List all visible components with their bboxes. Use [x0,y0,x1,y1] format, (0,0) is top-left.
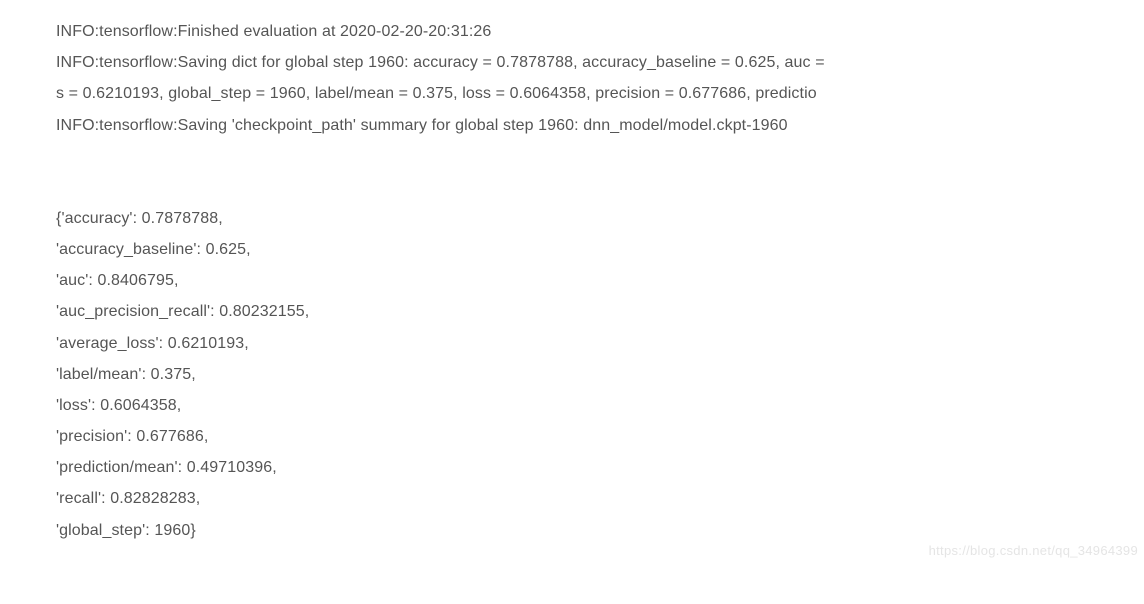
dict-line: 'auc': 0.8406795, [56,265,1144,296]
log-line: INFO:tensorflow:Finished evaluation at 2… [56,18,1144,45]
dict-output-block: {'accuracy': 0.7878788, 'accuracy_baseli… [56,203,1144,546]
dict-line: 'prediction/mean': 0.49710396, [56,452,1144,483]
dict-line: 'loss': 0.6064358, [56,390,1144,421]
watermark-text: https://blog.csdn.net/qq_34964399 [929,540,1138,562]
dict-line: 'precision': 0.677686, [56,421,1144,452]
dict-line: 'accuracy_baseline': 0.625, [56,234,1144,265]
dict-line: 'auc_precision_recall': 0.80232155, [56,296,1144,327]
log-output-block: INFO:tensorflow:Finished evaluation at 2… [56,18,1144,139]
log-line: INFO:tensorflow:Saving dict for global s… [56,49,1144,76]
dict-line: {'accuracy': 0.7878788, [56,203,1144,234]
dict-line: 'label/mean': 0.375, [56,359,1144,390]
dict-line: 'recall': 0.82828283, [56,483,1144,514]
dict-line: 'average_loss': 0.6210193, [56,328,1144,359]
log-line: INFO:tensorflow:Saving 'checkpoint_path'… [56,112,1144,139]
log-line: s = 0.6210193, global_step = 1960, label… [56,80,1144,107]
